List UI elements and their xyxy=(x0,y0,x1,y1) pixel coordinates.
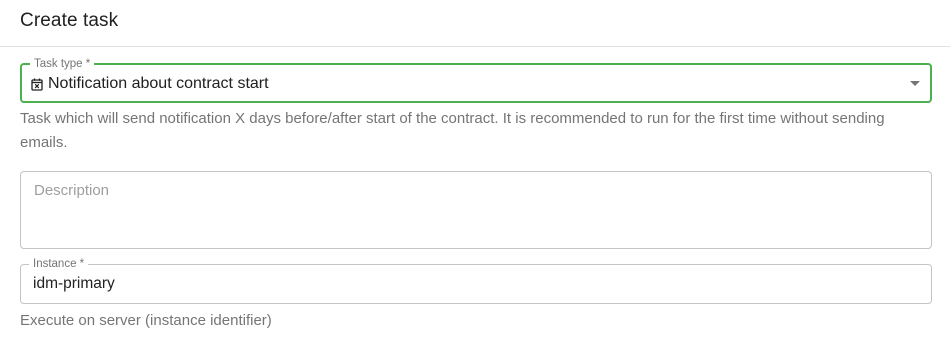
chevron-down-icon[interactable] xyxy=(910,81,920,86)
task-type-select[interactable]: Task type * Notification about contract … xyxy=(20,57,932,103)
description-field[interactable] xyxy=(20,171,932,249)
task-type-helper-text: Task which will send notification X days… xyxy=(20,110,885,151)
task-type-value: Notification about contract start xyxy=(48,75,269,92)
task-type-label: Task type * xyxy=(30,57,95,71)
header-divider xyxy=(0,46,950,47)
description-textarea[interactable] xyxy=(21,172,931,248)
calendar-x-icon xyxy=(31,78,43,91)
instance-field[interactable]: Instance * xyxy=(20,257,932,304)
instance-input[interactable] xyxy=(21,265,931,303)
dialog-title: Create task xyxy=(20,10,119,31)
task-type-selected[interactable]: Notification about contract start xyxy=(31,75,269,93)
instance-helper-text: Execute on server (instance identifier) xyxy=(20,312,272,329)
